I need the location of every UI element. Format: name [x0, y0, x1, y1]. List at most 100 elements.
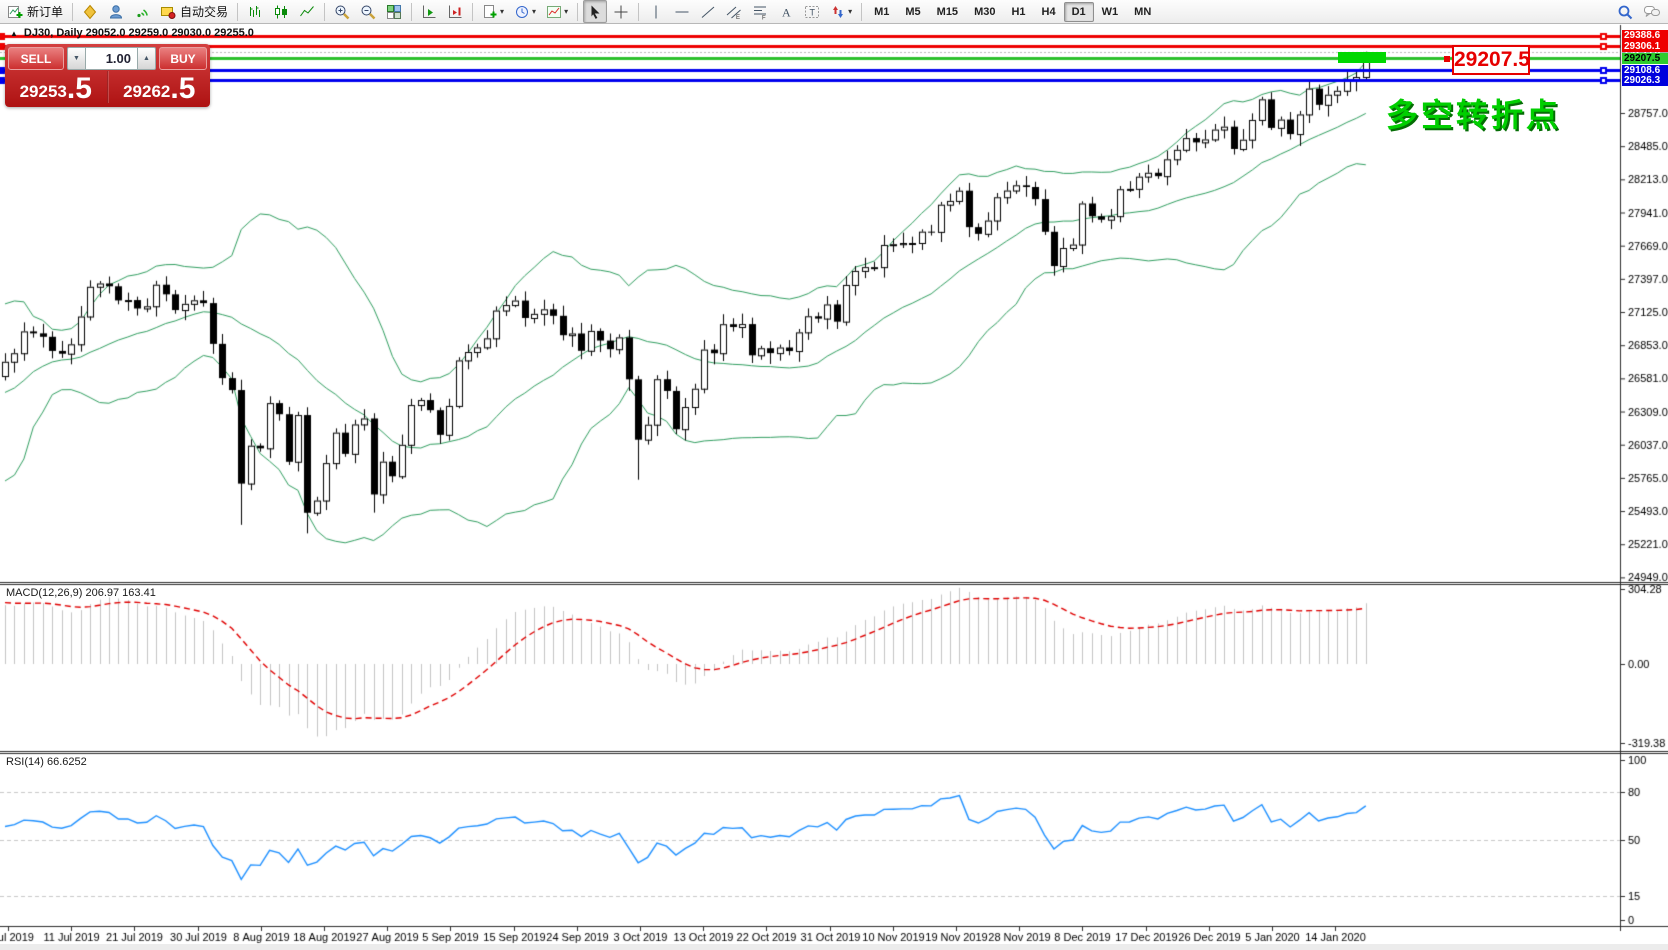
buy-price-int: 29262	[123, 82, 170, 102]
signal-waves-icon	[134, 4, 150, 20]
zoom-out-button[interactable]	[356, 0, 380, 23]
chart-canvas[interactable]	[0, 0, 1668, 950]
chart-shift-button[interactable]	[443, 0, 467, 23]
chevron-down-icon: ▾	[848, 7, 852, 16]
arrows-button[interactable]: ▾	[826, 0, 856, 23]
price-line-label: 29026.3	[1622, 75, 1668, 86]
candlestick-icon	[273, 4, 289, 20]
equidistant-channel-button[interactable]: E	[722, 0, 746, 23]
text-button[interactable]: A	[774, 0, 798, 23]
chevron-down-icon: ▾	[500, 7, 504, 16]
new-order-button[interactable]: 新订单	[3, 0, 67, 23]
bar-chart-button[interactable]	[243, 0, 267, 23]
main-toolbar: 新订单 自动交易 ▾ ▾ ▾ E F A T ▾ M1M5M15M30H1H4D…	[0, 0, 1668, 24]
svg-text:T: T	[810, 7, 816, 17]
volume-decrease-button[interactable]: ▼	[67, 47, 86, 70]
crosshair-icon	[613, 4, 629, 20]
horizontal-line-icon	[674, 4, 690, 20]
timeframe-button-h1[interactable]: H1	[1003, 2, 1033, 22]
separator	[472, 3, 473, 21]
chart-collapse-icon[interactable]: ▲	[10, 29, 18, 38]
chart-shift-icon	[447, 4, 463, 20]
new-chart-icon	[482, 4, 498, 20]
channel-icon: E	[726, 4, 742, 20]
timeframe-button-mn[interactable]: MN	[1126, 2, 1159, 22]
search-button[interactable]	[1613, 0, 1637, 23]
periods-button[interactable]: ▾	[510, 0, 540, 23]
trade-panel-prices: 29253.5 29262.5	[5, 71, 210, 105]
chat-button[interactable]	[1639, 0, 1665, 23]
crosshair-button[interactable]	[609, 0, 633, 23]
tile-windows-button[interactable]	[382, 0, 406, 23]
highlight-rectangle[interactable]	[1338, 52, 1386, 63]
community-button[interactable]	[104, 0, 128, 23]
sell-button[interactable]: SELL	[8, 47, 64, 70]
text-a-icon: A	[778, 4, 794, 20]
chart-annotation-text[interactable]: 多空转折点	[1386, 90, 1561, 136]
person-icon	[108, 4, 124, 20]
sell-price-int: 29253	[20, 82, 67, 102]
line-chart-button[interactable]	[295, 0, 319, 23]
one-click-trade-panel: SELL ▼ 1.00 ▲ BUY 29253.5 29262.5	[5, 44, 210, 107]
chart-title-bar: ▲ DJ30, Daily 29052.0 29259.0 29030.0 292…	[10, 27, 254, 39]
text-label-button[interactable]: T	[800, 0, 824, 23]
price-callout-label[interactable]: 29207.5	[1452, 45, 1530, 75]
trendline-button[interactable]	[696, 0, 720, 23]
gold-diamond-icon	[82, 4, 98, 20]
timeframe-group: M1M5M15M30H1H4D1W1MN	[866, 2, 1159, 22]
bar-chart-icon	[247, 4, 263, 20]
timeframe-button-d1[interactable]: D1	[1064, 2, 1094, 22]
timeframe-button-m5[interactable]: M5	[897, 2, 928, 22]
price-callout-handle[interactable]	[1444, 56, 1450, 62]
separator	[861, 3, 862, 21]
cursor-icon	[587, 4, 603, 20]
auto-trading-label: 自动交易	[180, 3, 228, 20]
timeframe-button-m15[interactable]: M15	[929, 2, 966, 22]
fibonacci-icon: F	[752, 4, 768, 20]
auto-trading-button[interactable]: 自动交易	[156, 0, 232, 23]
metaquotes-button[interactable]	[78, 0, 102, 23]
indicators-button[interactable]: ▾	[542, 0, 572, 23]
timeframe-button-m30[interactable]: M30	[966, 2, 1003, 22]
chevron-down-icon: ▾	[564, 7, 568, 16]
signals-button[interactable]	[130, 0, 154, 23]
macd-indicator-label: MACD(12,26,9) 206.97 163.41	[6, 587, 156, 599]
trade-panel-top-row: SELL ▼ 1.00 ▲ BUY	[8, 47, 207, 70]
svg-text:A: A	[782, 5, 791, 19]
separator	[237, 3, 238, 21]
price-line-label: 29207.5	[1622, 53, 1668, 64]
indicators-icon	[546, 4, 562, 20]
separator	[411, 3, 412, 21]
volume-input[interactable]: 1.00	[86, 47, 137, 70]
rsi-indicator-label: RSI(14) 66.6252	[6, 756, 87, 768]
buy-button[interactable]: BUY	[159, 47, 207, 70]
tile-windows-icon	[386, 4, 402, 20]
search-icon	[1617, 4, 1633, 20]
svg-text:E: E	[736, 15, 740, 20]
cursor-button[interactable]	[583, 0, 607, 23]
new-chart-button[interactable]: ▾	[478, 0, 508, 23]
horizontal-line-button[interactable]	[670, 0, 694, 23]
buy-price-frac: .5	[170, 76, 195, 102]
sell-price-frac: .5	[67, 76, 92, 102]
trendline-icon	[700, 4, 716, 20]
zoom-out-icon	[360, 4, 376, 20]
price-line-label: 29306.1	[1622, 41, 1668, 52]
buy-price[interactable]: 29262.5	[109, 71, 211, 105]
candlestick-chart-button[interactable]	[269, 0, 293, 23]
separator	[577, 3, 578, 21]
chat-bubbles-icon	[1643, 4, 1661, 20]
sell-price[interactable]: 29253.5	[5, 71, 107, 105]
auto-scroll-button[interactable]	[417, 0, 441, 23]
vertical-line-button[interactable]	[644, 0, 668, 23]
svg-text:F: F	[762, 15, 766, 20]
chart-title: DJ30, Daily 29052.0 29259.0 29030.0 2925…	[24, 27, 254, 39]
volume-increase-button[interactable]: ▲	[137, 47, 156, 70]
zoom-in-button[interactable]	[330, 0, 354, 23]
timeframe-button-w1[interactable]: W1	[1094, 2, 1127, 22]
fibonacci-button[interactable]: F	[748, 0, 772, 23]
timeframe-button-m1[interactable]: M1	[866, 2, 897, 22]
text-label-icon: T	[804, 4, 820, 20]
bottom-scroll-strip[interactable]	[0, 944, 1668, 950]
timeframe-button-h4[interactable]: H4	[1034, 2, 1064, 22]
